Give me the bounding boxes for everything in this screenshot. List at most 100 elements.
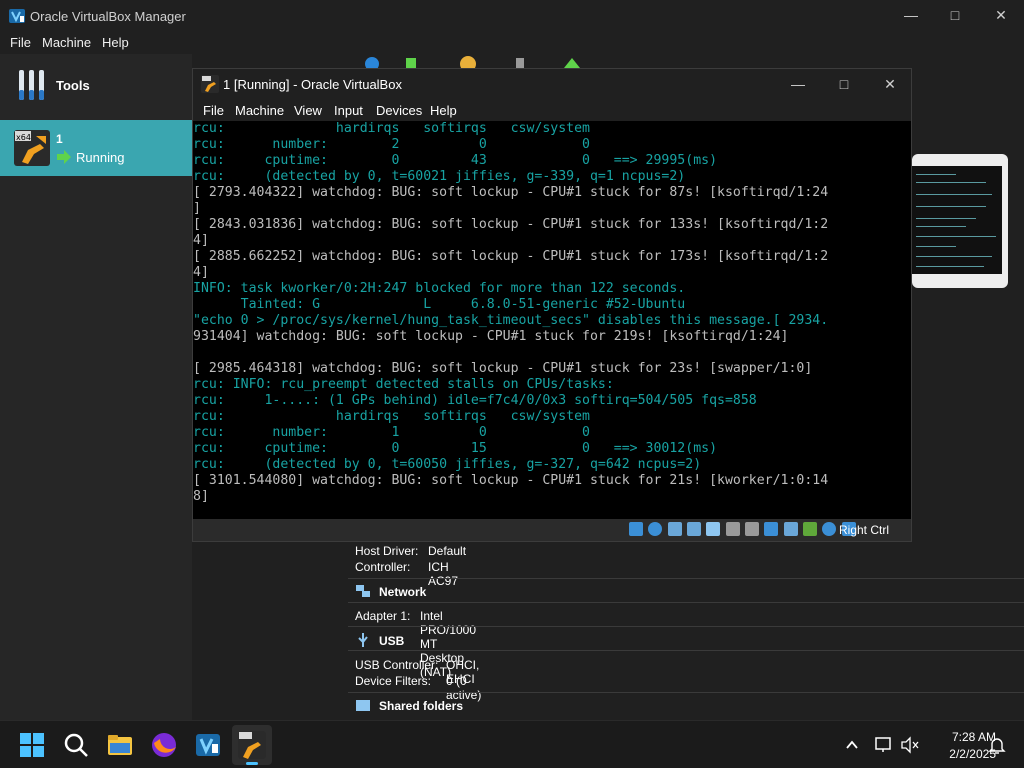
vm-menu-help[interactable]: Help — [430, 103, 457, 118]
console-line: "echo 0 > /proc/sys/kernel/hung_task_tim… — [193, 313, 829, 328]
console-line: [ 2793.404322] watchdog: BUG: soft locku… — [193, 185, 829, 200]
close-button[interactable]: ✕ — [978, 0, 1024, 32]
console-line: rcu: (detected by 0, t=60021 jiffies, g=… — [193, 169, 686, 184]
detail-key: Adapter 1: — [355, 609, 411, 623]
detail-key: USB Controller: — [355, 658, 439, 672]
console-line: 931404] watchdog: BUG: soft lockup - CPU… — [193, 329, 789, 344]
console-line: rcu: 1-....: (1 GPs behind) idle=f7c4/0/… — [193, 393, 757, 408]
svg-text:x64: x64 — [16, 133, 31, 142]
detail-key: Host Driver: — [355, 544, 419, 558]
network-icon — [356, 585, 370, 597]
detail-usb-controller: USB Controller: OHCI, EHCI — [355, 658, 479, 686]
vm-menu-view[interactable]: View — [294, 103, 322, 118]
desktop: Oracle VirtualBox Manager — □ ✕ File Mac… — [0, 0, 1024, 768]
firefox-icon[interactable] — [148, 729, 180, 761]
vm-menu-input[interactable]: Input — [334, 103, 363, 118]
network-status-icon[interactable] — [687, 522, 702, 536]
menu-file[interactable]: File — [10, 35, 31, 50]
vm-preview-screen — [912, 166, 1002, 274]
vm-close-button[interactable]: ✕ — [867, 69, 913, 99]
windows-start-icon[interactable] — [16, 729, 48, 761]
optical-drive-icon[interactable] — [648, 522, 663, 536]
manager-menubar: File Machine Help — [0, 32, 1024, 54]
clock-time[interactable]: 7:28 AM — [920, 730, 996, 744]
detail-key: Controller: — [355, 560, 411, 574]
vm-maximize-button[interactable]: □ — [821, 69, 867, 99]
usb-status-icon[interactable] — [706, 522, 721, 536]
host-key-label: Right Ctrl — [839, 523, 890, 537]
console-line: [ 3101.544080] watchdog: BUG: soft locku… — [193, 473, 829, 488]
vm-console-screen[interactable]: rcu: hardirqs softirqs csw/system rcu: nu… — [193, 121, 911, 519]
minimize-button[interactable]: — — [888, 0, 934, 32]
vm-taskbar-button[interactable] — [232, 725, 272, 765]
console-line: [ 2885.662252] watchdog: BUG: soft locku… — [193, 249, 829, 264]
cpu-status-icon[interactable] — [803, 522, 818, 536]
vm-state: Running — [76, 150, 125, 165]
vm-os-icon: x64 — [14, 130, 50, 166]
hard-disk-icon[interactable] — [629, 522, 643, 536]
console-line: rcu: cputime: 0 15 0 ==> 30012(ms) — [193, 441, 718, 456]
console-line: rcu: (detected by 0, t=60050 jiffies, g=… — [193, 457, 702, 472]
mouse-integration-icon[interactable] — [822, 522, 837, 536]
vm-window-title: 1 [Running] - Oracle VirtualBox — [223, 77, 402, 92]
running-arrow-icon — [57, 150, 71, 164]
audio-icon[interactable] — [667, 522, 682, 536]
console-line: rcu: INFO: rcu_preempt detected stalls o… — [193, 377, 614, 392]
vm-status-icons — [629, 522, 858, 538]
console-line: rcu: cputime: 0 43 0 ==> 29995(ms) — [193, 153, 718, 168]
console-line: INFO: task kworker/0:2H:247 blocked for … — [193, 281, 686, 296]
tools-label: Tools — [56, 78, 90, 93]
display-status-icon[interactable] — [745, 522, 760, 536]
console-line: [ 2843.031836] watchdog: BUG: soft locku… — [193, 217, 829, 232]
machine-sidebar: Tools x64 1 Running — [0, 54, 192, 720]
search-icon[interactable] — [60, 729, 92, 761]
notification-bell-icon[interactable] — [988, 736, 1006, 754]
manager-toolbar-icons — [365, 56, 580, 68]
volume-muted-icon[interactable] — [900, 736, 920, 754]
vm-menu-devices[interactable]: Devices — [376, 103, 422, 118]
vt-status-icon[interactable] — [783, 522, 798, 536]
shared-folders-status-icon[interactable] — [725, 522, 740, 536]
detail-adapter-1: Adapter 1: Intel PRO/1000 MT Desktop (NA… — [355, 609, 476, 679]
console-line: 8] — [193, 489, 209, 504]
detail-value: 0 (0 active) — [446, 674, 482, 702]
recording-status-icon[interactable] — [764, 522, 779, 536]
file-explorer-icon[interactable] — [104, 729, 136, 761]
console-line: rcu: number: 2 0 0 — [193, 137, 590, 152]
vm-menu-machine[interactable]: Machine — [235, 103, 284, 118]
maximize-button[interactable]: □ — [932, 0, 978, 32]
clock-date[interactable]: 2/2/2025 — [920, 747, 996, 761]
chevron-up-icon[interactable] — [844, 737, 860, 753]
manager-titlebar: Oracle VirtualBox Manager — □ ✕ — [0, 0, 1024, 32]
menu-machine[interactable]: Machine — [42, 35, 91, 50]
manager-title: Oracle VirtualBox Manager — [30, 9, 186, 24]
console-line: 4] — [193, 233, 209, 248]
vm-window-icon — [201, 75, 219, 93]
vm-status-bar: Right Ctrl — [193, 519, 911, 541]
menu-help[interactable]: Help — [102, 35, 129, 50]
vm-console-window: 1 [Running] - Oracle VirtualBox — □ ✕ Fi… — [192, 68, 912, 542]
shared-folders-title: Shared folders — [379, 699, 464, 713]
detail-key: Device Filters: — [355, 674, 432, 688]
console-line: [ 2985.464318] watchdog: BUG: soft locku… — [193, 361, 813, 376]
sidebar-item-tools[interactable]: Tools — [0, 64, 192, 120]
console-line: 4] — [193, 265, 209, 280]
vm-minimize-button[interactable]: — — [775, 69, 821, 99]
detail-value: ICH AC97 — [428, 560, 459, 588]
console-line: rcu: hardirqs softirqs csw/system — [193, 121, 590, 136]
detail-device-filters: Device Filters: 0 (0 active) — [355, 674, 481, 702]
console-line: rcu: hardirqs softirqs csw/system — [193, 409, 590, 424]
virtualbox-taskbar-icon[interactable] — [192, 729, 224, 761]
taskbar: 7:28 AM 2/2/2025 — [0, 720, 1024, 768]
vm-menu-file[interactable]: File — [203, 103, 224, 118]
network-title: Network — [379, 585, 427, 599]
detail-controller: Controller: ICH AC97 — [355, 560, 458, 588]
console-line: Tainted: G L 6.8.0-51-generic #52-Ubuntu — [193, 297, 686, 312]
vm-details-panel: Host Driver: Default Controller: ICH AC9… — [348, 540, 1024, 720]
detail-host-driver: Host Driver: Default — [355, 544, 466, 558]
tools-icon — [19, 70, 44, 100]
network-tray-icon[interactable] — [874, 736, 894, 754]
sidebar-item-vm-1[interactable]: x64 1 Running — [0, 120, 192, 176]
